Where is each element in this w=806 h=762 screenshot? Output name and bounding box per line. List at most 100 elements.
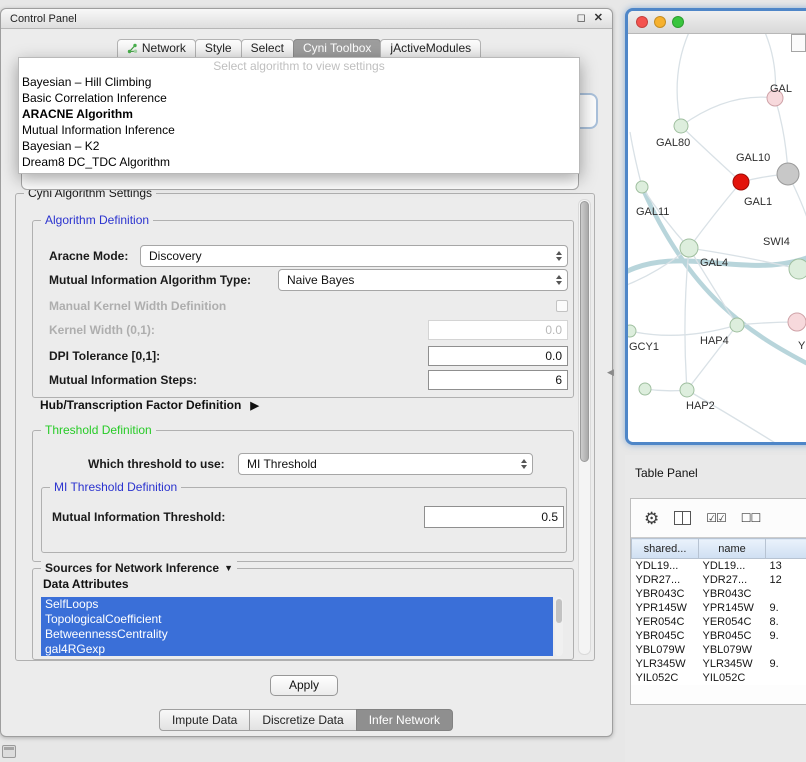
attributes-scrollbar-thumb[interactable] (556, 599, 562, 623)
network-edge[interactable] (687, 390, 780, 443)
network-node-green[interactable] (730, 318, 744, 332)
node-label-y: Y (798, 340, 806, 352)
aracne-mode-select[interactable]: Discovery (140, 245, 568, 267)
control-panel-titlebar[interactable]: Control Panel ◻ ✕ (1, 9, 612, 29)
table-row[interactable]: YPR145WYPR145W9. (632, 601, 806, 615)
close-traffic-light-icon[interactable] (636, 16, 648, 28)
select-unchecked-icon[interactable]: ☐☐ (741, 511, 761, 525)
node-label-gal80: GAL80 (656, 137, 690, 149)
tab-label: Style (205, 42, 232, 55)
data-attribute-betweennesscentrality[interactable]: BetweennessCentrality (41, 627, 553, 642)
attributes-scrollbar[interactable] (555, 597, 563, 656)
panel-dock-icon[interactable] (2, 745, 16, 758)
network-window-titlebar[interactable] (628, 11, 806, 34)
column-header-shared[interactable]: shared... (632, 539, 699, 559)
network-edge[interactable] (689, 182, 741, 248)
bottom-tab-discretize-data[interactable]: Discretize Data (249, 709, 356, 731)
network-node-green[interactable] (680, 383, 694, 397)
network-edge[interactable] (677, 34, 690, 126)
algorithm-option-aracne-algorithm[interactable]: ARACNE Algorithm (19, 106, 579, 122)
table-row[interactable]: YBL079WYBL079W (632, 643, 806, 657)
apply-button[interactable]: Apply (270, 675, 338, 696)
mi-type-select[interactable]: Naive Bayes (278, 269, 568, 291)
algorithm-option-mutual-information-inference[interactable]: Mutual Information Inference (19, 122, 579, 138)
zoom-traffic-light-icon[interactable] (672, 16, 684, 28)
network-canvas[interactable]: GALGAL80GAL10GAL11GAL1SWI4GAL4GCY1HAP4HA… (628, 34, 806, 443)
algorithm-option-bayesian-hill-climbing[interactable]: Bayesian – Hill Climbing (19, 74, 579, 90)
network-node-green[interactable] (636, 181, 648, 193)
stepper-icon (521, 454, 527, 474)
network-edge[interactable] (681, 97, 775, 126)
table-row[interactable]: YBR045CYBR045C9. (632, 629, 806, 643)
network-graph[interactable]: GALGAL80GAL10GAL11GAL1SWI4GAL4GCY1HAP4HA… (628, 34, 806, 443)
network-node-pink[interactable] (788, 313, 806, 331)
column-header-name[interactable]: name (699, 539, 766, 559)
top-tab-bar: Network Style SelectCyni Toolbox jActiveMod… (1, 39, 598, 59)
columns-icon[interactable] (674, 511, 691, 525)
network-edge[interactable] (630, 132, 642, 187)
tab-jactivemodules[interactable]: jActiveModules (380, 39, 481, 59)
network-edge[interactable] (775, 98, 788, 174)
hub-definition-expander[interactable]: Hub/Transcription Factor Definition ▶ (40, 398, 259, 412)
mi-threshold-field[interactable]: 0.5 (424, 506, 564, 528)
network-node-green[interactable] (639, 383, 651, 395)
data-attribute-topologicalcoefficient[interactable]: TopologicalCoefficient (41, 612, 553, 627)
table-row[interactable]: YBR043CYBR043C (632, 587, 806, 601)
node-label-swi4: SWI4 (763, 236, 790, 248)
node-label-hap2: HAP2 (686, 400, 715, 412)
gear-icon[interactable]: ⚙ (644, 510, 659, 527)
table-row[interactable]: YDL19...YDL19...13 (632, 559, 806, 574)
algorithm-option-dream8-dc-tdc-algorithm[interactable]: Dream8 DC_TDC Algorithm (19, 154, 579, 170)
network-node-green[interactable] (789, 259, 806, 279)
stepper-icon (556, 246, 562, 266)
column-header-extra[interactable] (766, 539, 806, 559)
table-panel-title: Table Panel (635, 466, 698, 480)
network-node-gray[interactable] (777, 163, 799, 185)
table-row[interactable]: YDR27...YDR27...12 (632, 573, 806, 587)
data-attribute-selfloops[interactable]: SelfLoops (41, 597, 553, 612)
table-toolbar: ⚙ ☑☑ ☐☐ (631, 499, 806, 538)
algorithm-option-bayesian-k2[interactable]: Bayesian – K2 (19, 138, 579, 154)
bottom-tab-impute-data[interactable]: Impute Data (159, 709, 250, 731)
splitter-collapse-icon[interactable]: ◀ (607, 367, 614, 378)
table-row[interactable]: YLR345WYLR345W9. (632, 657, 806, 671)
which-threshold-select[interactable]: MI Threshold (238, 453, 533, 475)
close-icon[interactable]: ✕ (594, 13, 603, 24)
kernel-width-field[interactable]: 0.0 (428, 320, 568, 340)
table-row[interactable]: YIL052CYIL052C (632, 671, 806, 685)
mi-steps-field[interactable]: 6 (428, 370, 568, 390)
settings-scrollbar[interactable] (578, 199, 591, 655)
network-node-green[interactable] (628, 325, 636, 337)
table-row[interactable]: YER054CYER054C8. (632, 615, 806, 629)
mi-threshold-label: Mutual Information Threshold: (52, 506, 225, 528)
data-attribute-gal4rgexp[interactable]: gal4RGexp (41, 642, 553, 656)
canvas-scroll-corner[interactable] (791, 34, 806, 52)
hub-definition-label: Hub/Transcription Factor Definition (40, 398, 241, 412)
mi-threshold-definition-group: MI Threshold Definition Mutual Informati… (41, 487, 567, 553)
minimize-traffic-light-icon[interactable] (654, 16, 666, 28)
network-edge[interactable] (630, 325, 737, 335)
network-node-green[interactable] (680, 239, 698, 257)
algorithm-dropdown-popup: Select algorithm to view settings Bayesi… (18, 57, 580, 174)
network-node-green[interactable] (674, 119, 688, 133)
table-panel: Table Panel ⚙ ☑☑ ☐☐ shared...name YDL19.… (625, 455, 806, 762)
tab-style[interactable]: Style (195, 39, 242, 59)
network-edge[interactable] (681, 126, 741, 182)
manual-kernel-checkbox[interactable] (556, 300, 568, 312)
algorithm-option-basic-correlation-inference[interactable]: Basic Correlation Inference (19, 90, 579, 106)
settings-scrollbar-thumb[interactable] (580, 201, 589, 462)
bottom-tab-infer-network[interactable]: Infer Network (356, 709, 453, 731)
dpi-tolerance-field[interactable]: 0.0 (428, 346, 568, 366)
expand-arrow-icon[interactable]: ▶ (250, 399, 258, 412)
node-label-hap4: HAP4 (700, 335, 729, 347)
select-checked-icon[interactable]: ☑☑ (706, 511, 726, 525)
tab-cyni-toolbox[interactable]: Cyni Toolbox (293, 39, 381, 59)
collapse-arrow-icon[interactable]: ▼ (224, 561, 233, 575)
network-node-red[interactable] (733, 174, 749, 190)
mi-type-value: Naive Bayes (287, 273, 354, 287)
minimize-icon[interactable]: ◻ (577, 13, 586, 24)
tab-label: jActiveModules (390, 42, 471, 55)
data-attributes-list[interactable]: SelfLoopsTopologicalCoefficientBetweenne… (41, 597, 553, 656)
tab-select[interactable]: Select (241, 39, 294, 59)
tab-network[interactable]: Network (117, 39, 196, 59)
